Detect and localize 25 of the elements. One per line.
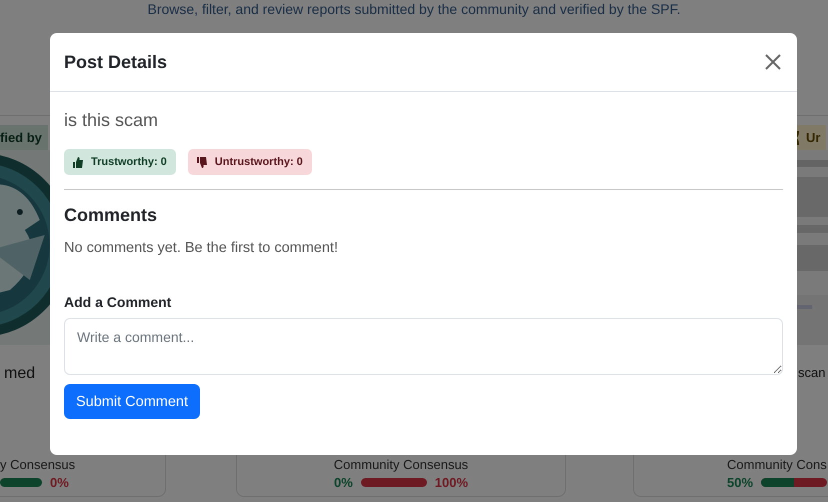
modal-title: Post Details (64, 52, 168, 72)
post-title: scan (797, 365, 826, 382)
post-title: med (3, 365, 36, 384)
consensus-bar (0, 478, 42, 487)
close-button[interactable] (763, 52, 783, 72)
post-title: is this scam (64, 110, 160, 132)
consensus-label: y Consensus (0, 457, 76, 472)
trust-percent: 0% (334, 475, 353, 490)
empty-comments-message: No comments yet. Be the first to comment! (64, 240, 339, 256)
trust-percent: 50% (727, 475, 754, 490)
comments-heading: Comments (64, 205, 158, 226)
distrust-percent: 100% (434, 475, 468, 490)
distrust-percent: 0% (50, 475, 69, 490)
comment-label: Add a Comment (64, 294, 172, 310)
comment-field[interactable]: Write a comment... (64, 318, 783, 375)
consensus-label: Community Cons (727, 457, 827, 472)
consensus-label: Community Consensus (334, 457, 468, 472)
consensus-bar (761, 478, 828, 487)
vote-badge: Untrustworthy: 0 (188, 149, 312, 175)
thumbs-down-icon (196, 156, 207, 168)
status-badge: fied by (0, 125, 48, 150)
vote-badge: Trustworthy: 0 (64, 149, 176, 175)
submit-button[interactable]: Submit Comment (64, 384, 200, 419)
page-subtitle: Browse, filter, and review reports submitted by the community and verified by the SPF. (146, 0, 682, 19)
thumbs-up-icon (73, 156, 83, 168)
